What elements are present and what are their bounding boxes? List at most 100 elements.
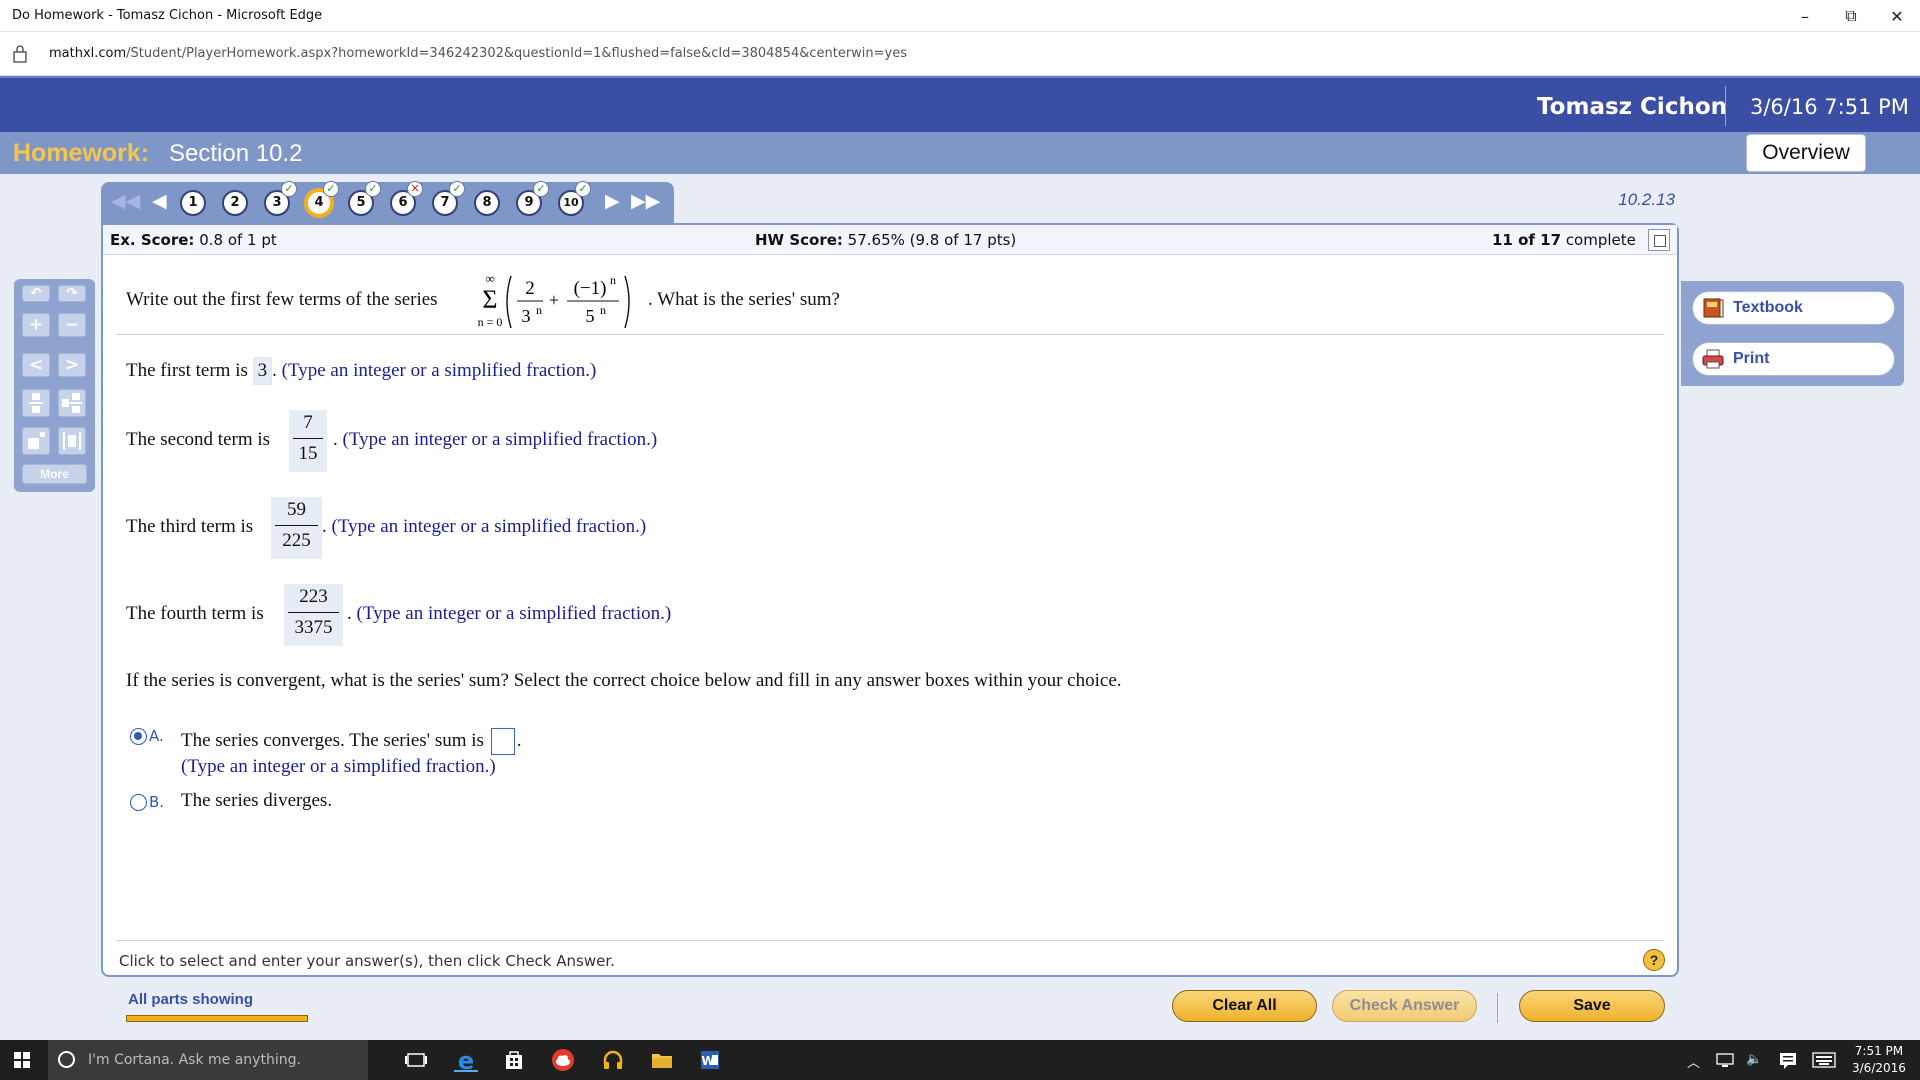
first-term-answer[interactable]: 3 xyxy=(252,357,273,385)
network-icon[interactable] xyxy=(1715,1050,1735,1070)
redo-icon[interactable]: ↷ xyxy=(58,285,86,302)
question-button-7[interactable]: 7 ✓ xyxy=(432,181,465,216)
textbook-icon xyxy=(1703,298,1724,318)
word-icon[interactable]: W xyxy=(698,1048,722,1072)
window-title: Do Homework - Tomasz Cichon - Microsoft … xyxy=(12,8,323,23)
minimize-icon[interactable]: – xyxy=(1782,0,1828,32)
first-term-label: The first term is xyxy=(126,360,248,381)
fraction2-numerator: (−1) xyxy=(574,278,607,299)
question-button-10[interactable]: 10 ✓ xyxy=(558,181,591,216)
parts-progress-bar xyxy=(126,1015,308,1022)
third-term-answer[interactable]: 59 225 xyxy=(271,497,322,559)
svg-text:e: e xyxy=(458,1048,474,1072)
next-question-icon[interactable]: ▶ xyxy=(605,190,620,212)
keyboard-icon[interactable] xyxy=(1812,1051,1836,1069)
action-center-icon[interactable] xyxy=(1778,1050,1798,1070)
address-bar[interactable]: mathxl.com/Student/PlayerHomework.aspx?h… xyxy=(0,32,1920,76)
file-explorer-icon[interactable] xyxy=(650,1048,674,1072)
absolute-value-icon[interactable] xyxy=(58,427,86,455)
choice-a-hint: (Type an integer or a simplified fractio… xyxy=(181,756,496,777)
second-term-hint: . (Type an integer or a simplified fract… xyxy=(333,429,658,450)
question-stem-end: . What is the series' sum? xyxy=(648,289,840,310)
overview-button[interactable]: Overview xyxy=(1746,134,1866,172)
clear-all-button[interactable]: Clear All xyxy=(1172,990,1317,1022)
fraction-icon[interactable] xyxy=(22,389,50,417)
clock-date: 3/6/2016 xyxy=(1852,1061,1906,1075)
homework-label: Homework: xyxy=(13,139,150,167)
choice-b-radio[interactable] xyxy=(130,794,147,811)
show-hidden-icons-icon[interactable]: ︿ xyxy=(1687,1052,1700,1071)
close-icon[interactable]: ✕ xyxy=(1874,0,1920,32)
question-button-6[interactable]: 6 ✕ xyxy=(390,181,423,216)
sum-upper-limit: ∞ xyxy=(485,271,494,286)
fourth-term-hint: . (Type an integer or a simplified fract… xyxy=(347,603,672,624)
series-sum-input[interactable] xyxy=(490,728,515,755)
check-answer-button[interactable]: Check Answer xyxy=(1332,990,1477,1022)
math-tools-palette: ↶ ↷ + − < > More xyxy=(14,279,95,492)
exponent-icon[interactable] xyxy=(22,427,50,455)
site-header: Tomasz Cichon 3/6/16 7:51 PM xyxy=(0,76,1920,132)
question-button-9[interactable]: 9 ✓ xyxy=(516,181,549,216)
sum-lower-limit: n = 0 xyxy=(478,315,503,329)
fraction1-numerator: 2 xyxy=(525,278,535,299)
exercise-score: Ex. Score: 0.8 of 1 pt xyxy=(110,231,277,249)
choice-a-radio[interactable] xyxy=(130,728,147,745)
cortana-search-box[interactable]: I'm Cortana. Ask me anything. xyxy=(48,1040,368,1080)
fourth-term-answer[interactable]: 223 3375 xyxy=(284,584,343,646)
cloud-app-icon[interactable] xyxy=(551,1048,575,1072)
less-than-icon[interactable]: < xyxy=(22,353,50,377)
save-button[interactable]: Save xyxy=(1519,990,1665,1022)
first-term-hint: (Type an integer or a simplified fractio… xyxy=(281,360,597,381)
plus-sign: + xyxy=(549,290,559,310)
series-formula: ∞ Σ n = 0 2 3 n + (−1) n 5 n xyxy=(478,271,630,329)
choice-b-letter: B. xyxy=(149,793,165,811)
system-clock[interactable]: 7:51 PM 3/6/2016 xyxy=(1852,1043,1906,1077)
all-parts-showing-link[interactable]: All parts showing xyxy=(128,991,253,1008)
store-icon[interactable] xyxy=(502,1048,526,1072)
question-button-2[interactable]: 2 xyxy=(222,190,248,216)
help-icon[interactable]: ? xyxy=(1643,949,1665,971)
homework-section: Section 10.2 xyxy=(169,140,303,167)
question-button-8[interactable]: 8 xyxy=(474,190,500,216)
question-button-5[interactable]: 5 ✓ xyxy=(348,181,381,216)
incorrect-x-icon: ✕ xyxy=(407,181,423,197)
print-button[interactable]: Print xyxy=(1692,342,1895,376)
correct-check-icon: ✓ xyxy=(449,181,465,197)
last-question-icon[interactable]: ▶▶ xyxy=(631,190,660,212)
expand-icon[interactable] xyxy=(1648,229,1670,251)
textbook-button[interactable]: Textbook xyxy=(1692,291,1895,325)
correct-check-icon: ✓ xyxy=(281,181,297,197)
volume-icon[interactable]: 🔈 xyxy=(1746,1052,1762,1067)
task-view-icon[interactable] xyxy=(404,1048,428,1072)
edge-browser-icon[interactable]: e xyxy=(454,1048,478,1072)
question-id: 10.2.13 xyxy=(1618,190,1675,209)
first-question-icon[interactable]: ◀◀ xyxy=(111,190,140,212)
window-titlebar: Do Homework - Tomasz Cichon - Microsoft … xyxy=(0,0,1920,32)
fraction2-num-exponent: n xyxy=(610,273,616,287)
homework-bar: Homework: Section 10.2 Overview xyxy=(0,132,1920,174)
headphones-icon[interactable] xyxy=(601,1048,625,1072)
question-button-1[interactable]: 1 xyxy=(180,190,206,216)
completion-status: 11 of 17 complete xyxy=(1492,231,1636,249)
question-button-4[interactable]: 4 ✓ xyxy=(306,181,339,216)
undo-icon[interactable]: ↶ xyxy=(22,285,50,302)
fraction2-den-exponent: n xyxy=(600,303,606,317)
choice-b-text: The series diverges. xyxy=(181,790,333,811)
minus-icon[interactable]: − xyxy=(58,313,86,337)
choice-a-letter: A. xyxy=(149,727,164,745)
previous-question-icon[interactable]: ◀ xyxy=(152,190,167,212)
mixed-number-icon[interactable] xyxy=(58,389,86,417)
second-term-answer[interactable]: 7 15 xyxy=(289,410,327,472)
homework-score: HW Score: 57.65% (9.8 of 17 pts) xyxy=(755,231,1017,249)
plus-icon[interactable]: + xyxy=(22,313,50,337)
greater-than-icon[interactable]: > xyxy=(58,353,86,377)
restore-icon[interactable]: ⧉ xyxy=(1828,0,1874,32)
choice-a-text: The series converges. The series' sum is… xyxy=(181,728,521,755)
taskbar: I'm Cortana. Ask me anything. e W ︿ 🔈 7:… xyxy=(0,1040,1920,1080)
windows-start-icon[interactable] xyxy=(14,1052,30,1068)
question-button-3[interactable]: 3 ✓ xyxy=(264,181,297,216)
url-text[interactable]: mathxl.com/Student/PlayerHomework.aspx?h… xyxy=(49,46,907,61)
header-datetime: 3/6/16 7:51 PM xyxy=(1750,95,1909,119)
more-tools-button[interactable]: More xyxy=(22,464,87,484)
footer-hint: Click to select and enter your answer(s)… xyxy=(119,952,615,970)
